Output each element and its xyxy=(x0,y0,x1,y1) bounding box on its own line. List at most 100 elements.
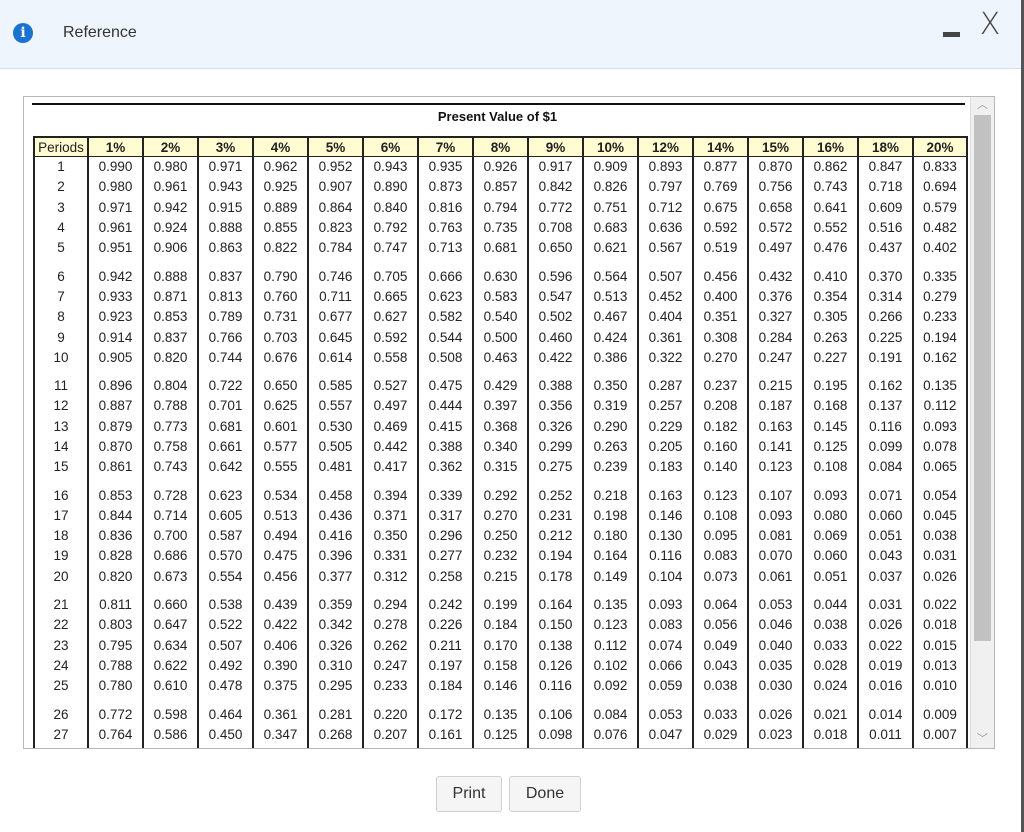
value-cell: 0.141 xyxy=(747,436,804,458)
value-cell: 0.359 xyxy=(307,586,364,616)
close-button[interactable]: X xyxy=(975,8,1005,42)
value-cell: 0.788 xyxy=(87,655,144,677)
value-cell: 0.713 xyxy=(417,238,474,259)
value-cell: 0.275 xyxy=(527,457,584,478)
value-cell: 0.527 xyxy=(362,367,419,397)
value-cell: 0.582 xyxy=(417,307,474,328)
value-cell: 0.281 xyxy=(307,696,364,725)
value-cell: 0.140 xyxy=(692,457,749,478)
vertical-scrollbar[interactable]: ︿ ﹀ xyxy=(970,97,994,748)
value-cell: 0.019 xyxy=(857,655,914,677)
value-cell: 0.863 xyxy=(197,238,254,259)
period-cell: 22 xyxy=(33,615,89,636)
value-cell: 0.194 xyxy=(527,546,584,567)
value-cell: 0.268 xyxy=(307,724,364,746)
value-cell: 0.583 xyxy=(472,286,529,308)
value-cell: 0.645 xyxy=(307,327,364,348)
value-cell: 0.980 xyxy=(142,156,199,178)
value-cell: 0.813 xyxy=(197,286,254,308)
value-cell: 0.436 xyxy=(307,505,364,527)
value-cell: 0.942 xyxy=(142,197,199,218)
value-cell: 0.029 xyxy=(692,724,749,746)
value-cell: 0.622 xyxy=(142,655,199,677)
value-cell: 0.554 xyxy=(197,566,254,587)
value-cell: 0.350 xyxy=(362,526,419,547)
value-cell: 0.673 xyxy=(142,566,199,587)
minimize-button[interactable] xyxy=(943,26,961,42)
value-cell: 0.552 xyxy=(802,217,859,239)
done-button[interactable]: Done xyxy=(509,776,581,812)
value-cell: 0.714 xyxy=(142,505,199,527)
value-cell: 0.840 xyxy=(362,197,419,218)
rate-header: 16% xyxy=(802,136,859,157)
value-cell: 0.760 xyxy=(252,286,309,308)
value-cell: 0.104 xyxy=(637,566,694,587)
value-cell: 0.044 xyxy=(802,586,859,616)
rate-header: 5% xyxy=(307,136,364,157)
value-cell: 0.130 xyxy=(637,526,694,547)
value-cell: 0.035 xyxy=(747,655,804,677)
value-cell: 0.315 xyxy=(472,457,529,478)
value-cell: 0.371 xyxy=(362,505,419,527)
period-cell: 19 xyxy=(33,546,89,567)
value-cell: 0.587 xyxy=(197,526,254,547)
value-cell: 0.026 xyxy=(747,696,804,725)
value-cell: 0.836 xyxy=(87,526,144,547)
value-cell: 0.763 xyxy=(417,217,474,239)
period-cell: 21 xyxy=(33,586,89,616)
value-cell: 0.078 xyxy=(912,436,968,458)
period-cell: 24 xyxy=(33,655,89,677)
table-row: 1 0.990 0.980 0.971 0.962 0.952 0.943 0.935 0.92… xyxy=(33,156,968,178)
value-cell: 0.804 xyxy=(142,367,199,397)
table-scroll-area[interactable]: Present Value of $1 Periods 1% 2% 3% 4% 5% 6% 7… xyxy=(23,96,995,749)
value-cell: 0.007 xyxy=(912,724,968,746)
value-cell: 0.857 xyxy=(472,177,529,198)
value-cell: 0.061 xyxy=(747,566,804,587)
table-row: 10 0.905 0.820 0.744 0.676 0.614 0.558 0.508 0.4… xyxy=(33,347,968,368)
table-row: 17 0.844 0.714 0.605 0.513 0.436 0.371 0.317 0.2… xyxy=(33,505,968,527)
value-cell: 0.492 xyxy=(197,655,254,677)
value-cell: 0.295 xyxy=(307,676,364,697)
value-cell: 0.354 xyxy=(802,286,859,308)
value-cell: 0.400 xyxy=(692,286,749,308)
value-cell: 0.074 xyxy=(637,635,694,656)
scroll-thumb[interactable] xyxy=(974,115,991,641)
value-cell: 0.751 xyxy=(582,197,639,218)
value-cell: 0.764 xyxy=(87,724,144,746)
scroll-up-icon[interactable]: ︿ xyxy=(971,97,994,114)
value-cell: 0.567 xyxy=(637,238,694,259)
value-cell: 0.596 xyxy=(527,258,584,287)
table-row: 5 0.951 0.906 0.863 0.822 0.784 0.747 0.713 0.68… xyxy=(33,238,968,259)
rate-header: 4% xyxy=(252,136,309,157)
value-cell: 0.026 xyxy=(692,745,749,748)
value-cell: 0.116 xyxy=(637,546,694,567)
value-cell: 0.572 xyxy=(747,217,804,239)
value-cell: 0.914 xyxy=(87,327,144,348)
table-row: 27 0.764 0.586 0.450 0.347 0.268 0.207 0.161 0.1… xyxy=(33,724,968,746)
value-cell: 0.676 xyxy=(252,347,309,368)
value-cell: 0.925 xyxy=(252,177,309,198)
value-cell: 0.870 xyxy=(747,156,804,178)
value-cell: 0.481 xyxy=(307,457,364,478)
value-cell: 0.339 xyxy=(417,477,474,506)
value-cell: 0.905 xyxy=(87,347,144,368)
value-cell: 0.681 xyxy=(197,416,254,437)
value-cell: 0.069 xyxy=(802,526,859,547)
value-cell: 0.340 xyxy=(472,436,529,458)
scroll-down-icon[interactable]: ﹀ xyxy=(971,731,994,748)
value-cell: 0.623 xyxy=(417,286,474,308)
value-cell: 0.681 xyxy=(472,238,529,259)
value-cell: 0.198 xyxy=(582,505,639,527)
value-cell: 0.757 xyxy=(87,745,144,748)
value-cell: 0.634 xyxy=(142,635,199,656)
value-cell: 0.442 xyxy=(362,436,419,458)
value-cell: 0.317 xyxy=(417,505,474,527)
value-cell: 0.889 xyxy=(252,197,309,218)
value-cell: 0.047 xyxy=(637,724,694,746)
value-cell: 0.028 xyxy=(802,655,859,677)
print-button[interactable]: Print xyxy=(436,776,502,812)
value-cell: 0.623 xyxy=(197,477,254,506)
dialog-titlebar: i Reference X xyxy=(0,0,1021,69)
value-cell: 0.184 xyxy=(472,615,529,636)
table-row: 11 0.896 0.804 0.722 0.650 0.585 0.527 0.475 0.4… xyxy=(33,367,968,397)
